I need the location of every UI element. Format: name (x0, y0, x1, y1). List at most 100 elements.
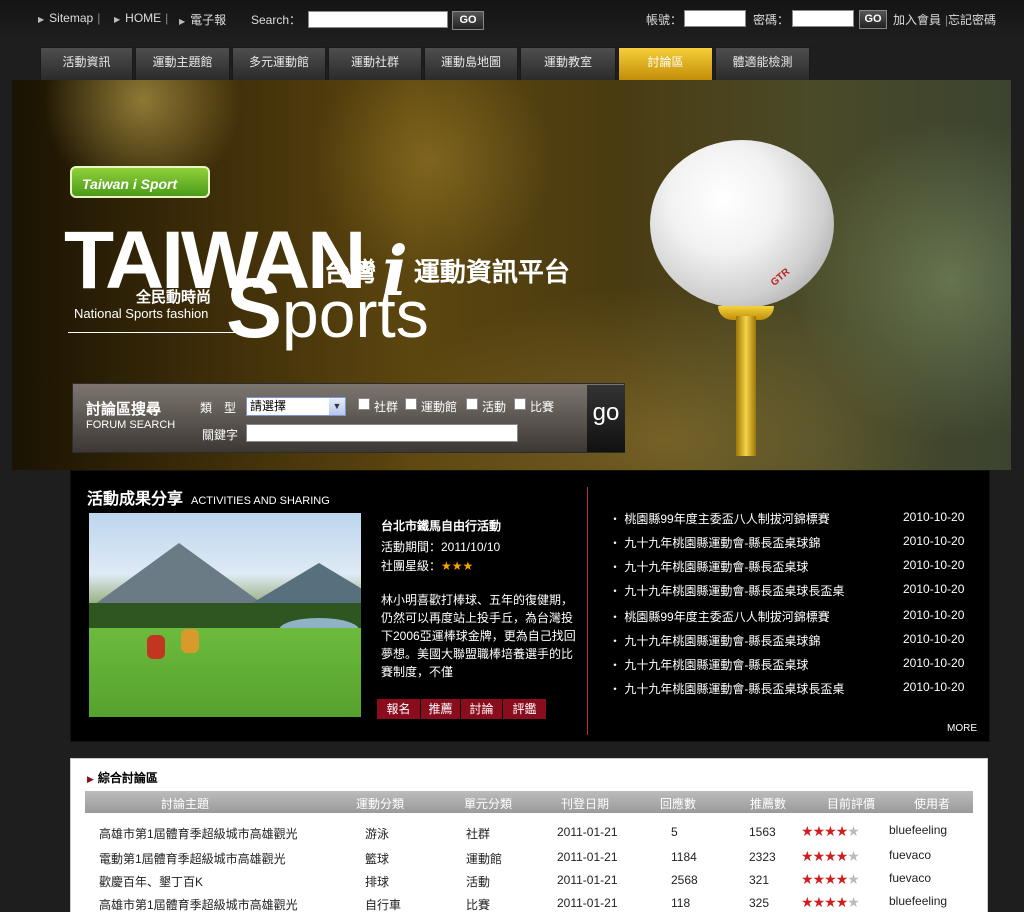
star-icon: ★ (824, 823, 837, 839)
col-sport: 運動分類 (355, 797, 404, 811)
forum-search-title: 討論區搜尋 (86, 401, 162, 418)
news-item[interactable]: ・ 九十九年桃園縣運動會-縣長盃桌球錦 (609, 534, 820, 551)
tab-multi-sports[interactable]: 多元運動館 (232, 47, 326, 81)
forum-table-header: 討論主題 運動分類 單元分類 刊登日期 回應數 推薦數 目前評價 使用者 (85, 791, 973, 813)
sitemap-link-text[interactable]: Sitemap (49, 11, 93, 25)
taiwan-isport-logo: Taiwan i Sport (70, 166, 210, 198)
checkbox-match[interactable] (514, 398, 526, 410)
checkbox-community[interactable] (358, 398, 370, 410)
join-member-link[interactable]: 加入會員 | (893, 11, 952, 28)
cell-date: 2011-01-21 (557, 896, 618, 910)
tab-fitness[interactable]: 體適能檢測 (715, 47, 810, 81)
col-topic: 討論主題 (160, 797, 209, 811)
cell-recommend: 2323 (749, 850, 776, 864)
keyword-label: 關鍵字 (202, 428, 239, 442)
recommend-button[interactable]: 推薦 (421, 699, 461, 719)
sitemap-link[interactable]: ▶ Sitemap | (38, 11, 104, 25)
news-title[interactable]: 九十九年桃園縣運動會-縣長盃桌球錦 (624, 634, 820, 648)
cell-unit: 運動館 (466, 852, 503, 866)
news-title[interactable]: 九十九年桃園縣運動會-縣長盃桌球 (624, 560, 808, 574)
big-s: S (226, 261, 283, 355)
news-title[interactable]: 桃園縣99年度主委盃八人制拔河錦標賽 (624, 610, 829, 624)
news-item[interactable]: ・ 九十九年桃園縣運動會-縣長盃桌球 (609, 656, 808, 673)
separator: | (165, 11, 169, 25)
event-description: 林小明喜歡打棒球、五年的復健期，仍然可以再度站上投手丘，為台灣投下2006亞運棒… (381, 593, 576, 679)
star-icon: ★★★ (441, 559, 474, 573)
cell-topic[interactable]: 高雄市第1屆體育季超級城市高雄觀光 (99, 896, 298, 912)
triangle-icon: ▶ (114, 15, 121, 24)
activity-photo[interactable] (89, 513, 361, 717)
newsletter-link-text[interactable]: 電子報 (190, 13, 226, 27)
cell-topic[interactable]: 高雄市第1屆體育季超級城市高雄觀光 (99, 825, 298, 842)
cell-user[interactable]: fuevaco (889, 848, 931, 862)
news-title[interactable]: 九十九年桃園縣運動會-縣長盃桌球長盃桌 (624, 584, 844, 598)
home-link[interactable]: ▶ HOME | (114, 11, 172, 25)
tagline-underline (68, 332, 266, 333)
join-text[interactable]: 加入會員 (893, 13, 941, 27)
discuss-button[interactable]: 討論 (461, 699, 503, 719)
star-icon: ★ (801, 871, 814, 887)
cell-replies: 5 (671, 825, 678, 839)
tab-activities[interactable]: 活動資訊 (40, 47, 133, 81)
news-item[interactable]: ・ 九十九年桃園縣運動會-縣長盃桌球錦 (609, 632, 820, 649)
password-input[interactable] (792, 10, 854, 27)
platform-title-left: 台灣 (324, 257, 377, 287)
cell-sport: 自行車 (365, 898, 402, 912)
chevron-down-icon[interactable]: ▼ (329, 398, 345, 415)
cell-topic[interactable]: 歡慶百年、墾丁百K (99, 873, 203, 890)
checkbox-activity[interactable] (466, 398, 478, 410)
rating-stars: ★★★★★ (801, 871, 860, 888)
forum-title: ▶ 綜合討論區 (87, 769, 158, 786)
signup-button[interactable]: 報名 (377, 699, 421, 719)
news-item[interactable]: ・ 九十九年桃園縣運動會-縣長盃桌球長盃桌 (609, 582, 844, 599)
news-date: 2010-10-20 (903, 534, 965, 548)
cell-topic[interactable]: 電動第1屆體育季超級城市高雄觀光 (99, 850, 286, 867)
checkbox-sports-hall[interactable] (405, 398, 417, 410)
separator: | (97, 11, 101, 25)
rating-stars: ★★★★★ (801, 894, 860, 911)
search-go-button[interactable]: GO (452, 11, 484, 30)
logo-text: Taiwan i Sport (82, 176, 178, 192)
news-item[interactable]: ・ 九十九年桃園縣運動會-縣長盃桌球長盃桌 (609, 680, 844, 697)
home-link-text[interactable]: HOME (125, 11, 161, 25)
cell-user[interactable]: fuevaco (889, 871, 931, 885)
keyword-input[interactable] (246, 424, 518, 442)
news-item[interactable]: ・ 桃園縣99年度主委盃八人制拔河錦標賽 (609, 608, 830, 625)
photo-cyclist (147, 635, 165, 659)
star-icon: ★ (847, 848, 860, 864)
cell-user[interactable]: bluefeeling (889, 823, 947, 837)
cell-user[interactable]: bluefeeling (889, 894, 947, 908)
tab-forum[interactable]: 討論區 (618, 47, 713, 81)
news-date: 2010-10-20 (903, 680, 965, 694)
review-button[interactable]: 評鑑 (503, 699, 547, 719)
cell-sport: 籃球 (365, 852, 390, 866)
search-input[interactable] (308, 11, 448, 28)
tab-sports-theme[interactable]: 運動主題館 (135, 47, 230, 81)
news-title[interactable]: 九十九年桃園縣運動會-縣長盃桌球錦 (624, 536, 820, 550)
col-replies: 回應數 (659, 797, 696, 811)
newsletter-link[interactable]: ▶ 電子報 (179, 11, 226, 28)
news-title[interactable]: 九十九年桃園縣運動會-縣長盃桌球 (624, 658, 808, 672)
tab-community[interactable]: 運動社群 (328, 47, 422, 81)
account-input[interactable] (684, 10, 746, 27)
login-go-button[interactable]: GO (859, 10, 887, 29)
news-title[interactable]: 九十九年桃園縣運動會-縣長盃桌球長盃桌 (624, 682, 844, 696)
event-title[interactable]: 台北市鐵馬自由行活動 (381, 517, 501, 534)
type-select[interactable]: 請選擇 ▼ (246, 397, 346, 416)
star-icon: ★ (801, 823, 814, 839)
forgot-password-link[interactable]: 忘記密碼 (948, 11, 996, 28)
tab-map[interactable]: 運動島地圖 (424, 47, 518, 81)
news-item[interactable]: ・ 桃園縣99年度主委盃八人制拔河錦標賽 (609, 510, 830, 527)
checkbox-activity-label: 活動 (482, 400, 507, 414)
star-icon: ★ (801, 894, 814, 910)
forum-search-go-button[interactable]: go (587, 385, 625, 452)
type-select-value: 請選擇 (250, 399, 287, 413)
star-icon: ★ (847, 871, 860, 887)
cell-recommend: 325 (749, 896, 770, 910)
cell-unit: 活動 (466, 875, 491, 889)
news-item[interactable]: ・ 九十九年桃園縣運動會-縣長盃桌球 (609, 558, 808, 575)
cell-sport: 游泳 (365, 827, 390, 841)
news-title[interactable]: 桃園縣99年度主委盃八人制拔河錦標賽 (624, 512, 829, 526)
tab-classroom[interactable]: 運動教室 (520, 47, 616, 81)
more-link[interactable]: MORE (947, 723, 977, 734)
